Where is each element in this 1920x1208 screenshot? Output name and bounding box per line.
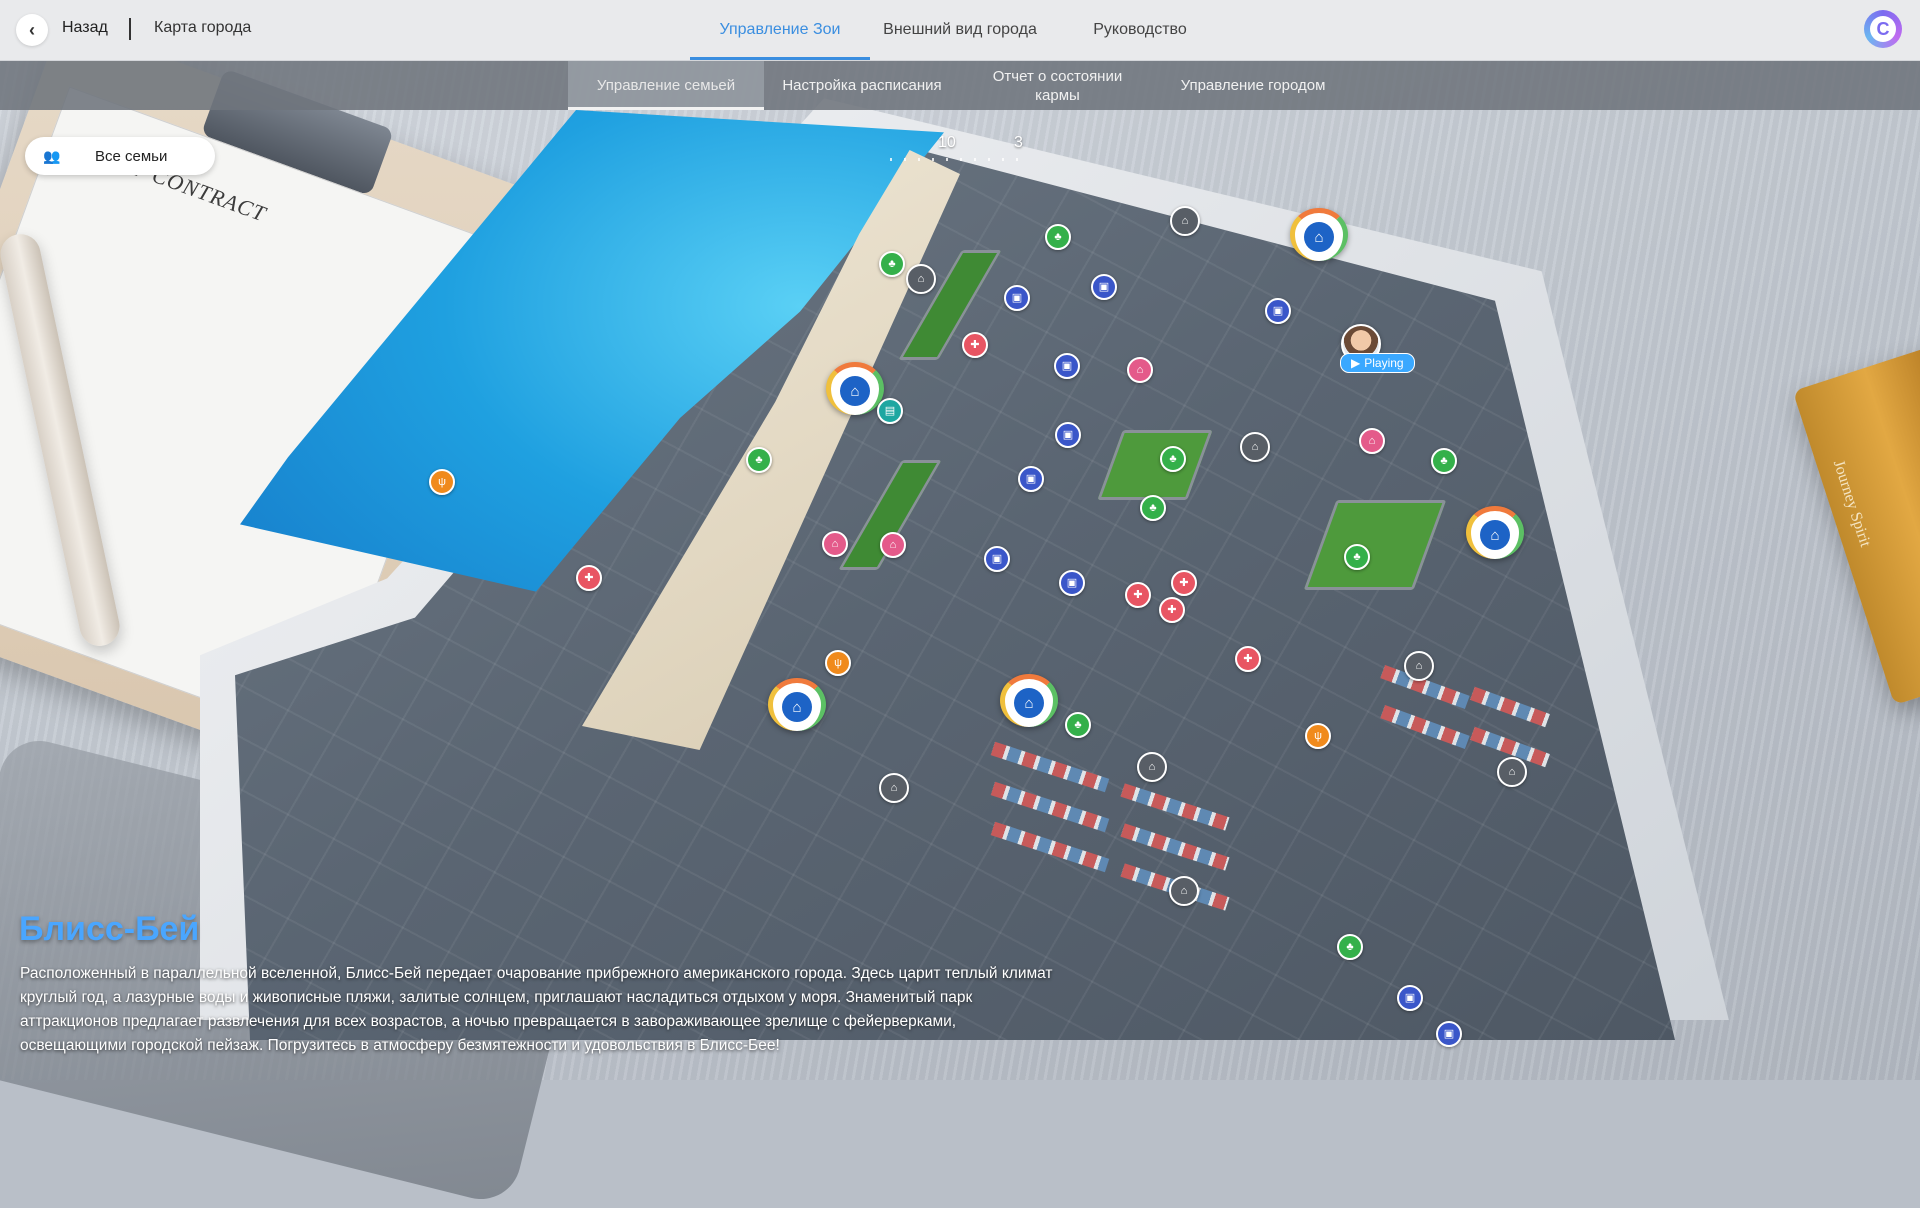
breadcrumb-city-map: Карта города [154,19,252,36]
subtab-karma-report[interactable]: Отчет о состоянии кармы [970,61,1145,110]
top-navigation-bar: ‹ Назад Карта города Управление Зои Внеш… [0,0,1920,61]
profile-c-icon: C [1870,16,1896,42]
sub-navigation-bar: Управление семьей Настройка расписания О… [0,61,1920,110]
service-pin-icon[interactable]: ✚ [1125,582,1151,608]
all-families-filter[interactable]: 👥 Все семьи [25,137,215,175]
building-pin-icon[interactable]: ▣ [1004,285,1030,311]
tab-label: Внешний вид города [883,21,1037,38]
park-pin-icon[interactable]: ♣ [1337,934,1363,960]
house-icon: ⌂ [782,692,812,722]
household-marker[interactable]: ⌂ [768,678,826,731]
building-pin-icon[interactable]: ▣ [1091,274,1117,300]
city-name-title: Блисс-Бей [19,910,200,948]
building-pin-icon[interactable]: ▣ [1265,298,1291,324]
empty-lot-pin-icon[interactable]: ⌂ [906,264,936,294]
household-marker[interactable]: ⌂ [1466,506,1524,559]
city-description: Расположенный в параллельной вселенной, … [20,965,1053,1054]
empty-lot-pin-icon[interactable]: ⌂ [1169,876,1199,906]
house-icon: ⌂ [840,376,870,406]
house-icon: ⌂ [1480,520,1510,550]
service-pin-icon[interactable]: ✚ [1235,646,1261,672]
tab-label: Руководство [1093,21,1187,38]
service-pin-icon[interactable]: ✚ [1171,570,1197,596]
building-pin-icon[interactable]: ▣ [1018,466,1044,492]
building-pin-icon[interactable]: ▣ [1059,570,1085,596]
playing-badge: ▶ Playing [1340,353,1415,373]
park-pin-icon[interactable]: ♣ [1045,224,1071,250]
empty-lot-pin-icon[interactable]: ⌂ [879,773,909,803]
subtab-label: Управление городом [1180,77,1326,94]
tab-zoi-management[interactable]: Управление Зои [690,0,870,60]
empty-lot-pin-icon[interactable]: ⌂ [1137,752,1167,782]
subtab-city-management[interactable]: Управление городом [1155,61,1351,110]
subtab-family-management[interactable]: Управление семьей [568,61,764,110]
house-icon: ⌂ [1014,688,1044,718]
household-marker[interactable]: ⌂ [1290,208,1348,261]
subtab-label: Отчет о состоянии кармы [992,67,1123,104]
shop-pin-icon[interactable]: ⌂ [880,532,906,558]
building-pin-icon[interactable]: ▣ [984,546,1010,572]
tab-city-appearance[interactable]: Внешний вид города [870,0,1050,60]
empty-lot-pin-icon[interactable]: ⌂ [1404,651,1434,681]
tab-label: Управление Зои [719,21,841,38]
scale-right-value: 3 [1014,134,1023,151]
back-button[interactable]: ‹ [16,14,48,46]
subtab-schedule-settings[interactable]: Настройка расписания [764,61,960,110]
divider [129,18,131,40]
scale-ticks [890,158,1030,161]
back-label[interactable]: Назад [62,19,108,37]
building-pin-icon[interactable]: ▣ [1055,422,1081,448]
park-pin-icon[interactable]: ♣ [1160,446,1186,472]
park-pin-icon[interactable]: ♣ [879,251,905,277]
building-pin-icon[interactable]: ▣ [1054,353,1080,379]
shop-pin-icon[interactable]: ⌂ [822,531,848,557]
subtab-label: Настройка расписания [782,77,942,94]
park-pin-icon[interactable]: ♣ [746,447,772,473]
family-list-icon: 👥 [43,147,61,164]
park-pin-icon[interactable]: ♣ [1344,544,1370,570]
park-pin-icon[interactable]: ♣ [1140,495,1166,521]
shop-pin-icon[interactable]: ⌂ [1127,357,1153,383]
play-icon: ▶ [1351,356,1361,370]
service-pin-icon[interactable]: ✚ [962,332,988,358]
restaurant-pin-icon[interactable]: ψ [429,469,455,495]
service-pin-icon[interactable]: ✚ [576,565,602,591]
household-marker[interactable]: ⌂ [826,362,884,415]
building-pin-icon[interactable]: ▣ [1436,1021,1462,1047]
chevron-left-icon: ‹ [29,19,35,40]
empty-lot-pin-icon[interactable]: ⌂ [1240,432,1270,462]
transit-pin-icon[interactable]: ▤ [877,398,903,424]
empty-lot-pin-icon[interactable]: ⌂ [1497,757,1527,787]
playing-label: Playing [1364,356,1404,370]
scale-left-value: 10 [938,134,956,151]
filter-label: Все семьи [95,147,168,165]
household-marker[interactable]: ⌂ [1000,674,1058,727]
tab-guide[interactable]: Руководство [1050,0,1230,60]
shop-pin-icon[interactable]: ⌂ [1359,428,1385,454]
restaurant-pin-icon[interactable]: ψ [825,650,851,676]
empty-lot-pin-icon[interactable]: ⌂ [1170,206,1200,236]
restaurant-pin-icon[interactable]: ψ [1305,723,1331,749]
park-pin-icon[interactable]: ♣ [1431,448,1457,474]
park-pin-icon[interactable]: ♣ [1065,712,1091,738]
subtab-label: Управление семьей [596,77,736,94]
house-icon: ⌂ [1304,222,1334,252]
building-pin-icon[interactable]: ▣ [1397,985,1423,1011]
service-pin-icon[interactable]: ✚ [1159,597,1185,623]
profile-icon[interactable]: C [1864,10,1902,48]
map-scale: 10 3 [890,134,1030,164]
